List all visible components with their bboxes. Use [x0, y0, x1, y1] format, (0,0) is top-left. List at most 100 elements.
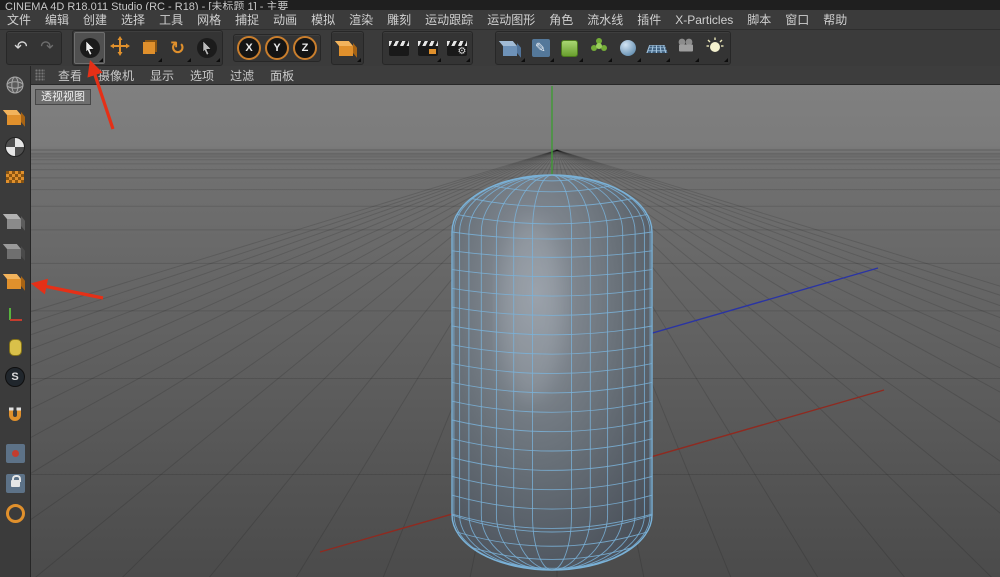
coordinate-system-group	[331, 31, 364, 65]
viewport-menu-cameras[interactable]: 摄像机	[90, 67, 142, 84]
render-picture-viewer-icon	[418, 41, 438, 56]
environment-sphere-icon	[620, 40, 636, 56]
last-tool-icon	[197, 38, 217, 58]
axis-z-lock-button[interactable]: Z	[293, 36, 317, 60]
add-deformer-button[interactable]	[584, 33, 613, 63]
menu-create[interactable]: 创建	[76, 11, 114, 28]
menu-plugins[interactable]: 插件	[630, 11, 668, 28]
viewport-menu-view[interactable]: 查看	[50, 67, 90, 84]
axis-y-lock-button[interactable]: Y	[265, 36, 289, 60]
history-group: ↶ ↷	[6, 31, 62, 65]
polygons-mode-button[interactable]	[2, 268, 28, 294]
floor-grid-icon	[646, 45, 667, 53]
polygons-mode-icon	[7, 279, 21, 289]
move-tool-button[interactable]	[105, 33, 134, 63]
orange-ring-icon	[6, 504, 25, 523]
menu-snap[interactable]: 捕捉	[228, 11, 266, 28]
points-mode-button[interactable]	[2, 208, 28, 234]
rotate-tool-button[interactable]: ↻	[163, 33, 192, 63]
menu-character[interactable]: 角色	[542, 11, 580, 28]
edges-mode-button[interactable]	[2, 238, 28, 264]
light-bulb-icon	[706, 37, 724, 60]
add-camera-button[interactable]	[671, 33, 700, 63]
cube-icon	[503, 46, 517, 56]
subdivision-surface-icon	[561, 40, 578, 57]
convert-object-button[interactable]	[2, 74, 28, 100]
viewport-menu-panel[interactable]: 面板	[262, 67, 302, 84]
mouse-icon	[9, 339, 22, 356]
render-picture-viewer-button[interactable]	[413, 33, 442, 63]
deformer-icon	[590, 37, 608, 60]
axis-x-lock-button[interactable]: X	[237, 36, 261, 60]
menubar: 文件 编辑 创建 选择 工具 网格 捕捉 动画 模拟 渲染 雕刻 运动跟踪 运动…	[0, 10, 1000, 30]
redo-icon: ↷	[40, 40, 53, 56]
record-state-button[interactable]	[2, 440, 28, 466]
menu-render[interactable]: 渲染	[342, 11, 380, 28]
main-toolbar: ↶ ↷ ↻	[0, 30, 1000, 67]
viewport-menu-filter[interactable]: 过滤	[222, 67, 262, 84]
undo-button[interactable]: ↶	[8, 33, 34, 63]
texture-mode-button[interactable]	[2, 134, 28, 160]
perspective-viewport[interactable]: 透视视图	[30, 84, 1000, 577]
workplane-mode-button[interactable]	[2, 164, 28, 190]
menu-pipeline[interactable]: 流水线	[580, 11, 630, 28]
viewport-menubar-handle[interactable]	[35, 69, 45, 81]
checker-tile-icon	[6, 171, 24, 183]
viewport-menu-display[interactable]: 显示	[142, 67, 182, 84]
render-group: ⚙	[382, 31, 473, 65]
redo-button[interactable]: ↷	[34, 33, 60, 63]
enable-axis-button[interactable]	[2, 304, 28, 330]
last-tool-button[interactable]	[192, 33, 221, 63]
menu-edit[interactable]: 编辑	[38, 11, 76, 28]
edit-render-settings-button[interactable]: ⚙	[442, 33, 471, 63]
menu-window[interactable]: 窗口	[778, 11, 816, 28]
live-selection-button[interactable]	[74, 32, 105, 64]
menu-animate[interactable]: 动画	[266, 11, 304, 28]
magnet-icon	[6, 406, 24, 429]
render-settings-icon: ⚙	[447, 41, 467, 56]
lock-icon	[6, 474, 25, 493]
menu-select[interactable]: 选择	[114, 11, 152, 28]
points-mode-icon	[7, 219, 21, 229]
lock-workplane-button[interactable]	[2, 470, 28, 496]
add-spline-button[interactable]: ✎	[526, 33, 555, 63]
menu-mesh[interactable]: 网格	[190, 11, 228, 28]
viewport-menu-options[interactable]: 选项	[182, 67, 222, 84]
camera-icon	[676, 38, 696, 58]
axis-icon	[6, 306, 24, 329]
menu-xparticles[interactable]: X-Particles	[668, 13, 740, 27]
menu-script[interactable]: 脚本	[740, 11, 778, 28]
model-mode-icon	[7, 115, 21, 125]
menu-help[interactable]: 帮助	[816, 11, 854, 28]
menu-motion-tracker[interactable]: 运动跟踪	[418, 11, 480, 28]
menu-tools[interactable]: 工具	[152, 11, 190, 28]
menu-sculpt[interactable]: 雕刻	[380, 11, 418, 28]
create-objects-group: ✎	[495, 31, 731, 65]
edges-mode-icon	[7, 249, 21, 259]
add-environment-button[interactable]	[613, 33, 642, 63]
move-tool-icon	[110, 36, 130, 61]
live-selection-icon	[80, 38, 100, 58]
soft-selection-button[interactable]: S	[2, 364, 28, 390]
menu-simulate[interactable]: 模拟	[304, 11, 342, 28]
record-icon	[6, 444, 25, 463]
viewport-menubar: 查看 摄像机 显示 选项 过滤 面板	[30, 66, 1000, 85]
model-mode-button[interactable]	[2, 104, 28, 130]
tweak-mode-button[interactable]	[2, 334, 28, 360]
scale-tool-icon	[143, 42, 155, 54]
add-subdivision-button[interactable]	[555, 33, 584, 63]
viewport-label: 透视视图	[35, 89, 91, 105]
add-cube-button[interactable]	[497, 33, 526, 63]
render-view-button[interactable]	[384, 33, 413, 63]
menu-mograph[interactable]: 运动图形	[480, 11, 542, 28]
scale-tool-button[interactable]	[134, 33, 163, 63]
pen-icon: ✎	[532, 39, 550, 57]
planar-workplane-button[interactable]	[2, 500, 28, 526]
snap-button[interactable]	[2, 404, 28, 430]
add-light-button[interactable]	[700, 33, 729, 63]
menu-file[interactable]: 文件	[0, 11, 38, 28]
coordinate-system-button[interactable]	[333, 33, 362, 63]
add-floor-button[interactable]	[642, 33, 671, 63]
window-titlebar: CINEMA 4D R18.011 Studio (RC - R18) - [未…	[0, 0, 1000, 10]
tools-group: ↻	[72, 30, 223, 66]
